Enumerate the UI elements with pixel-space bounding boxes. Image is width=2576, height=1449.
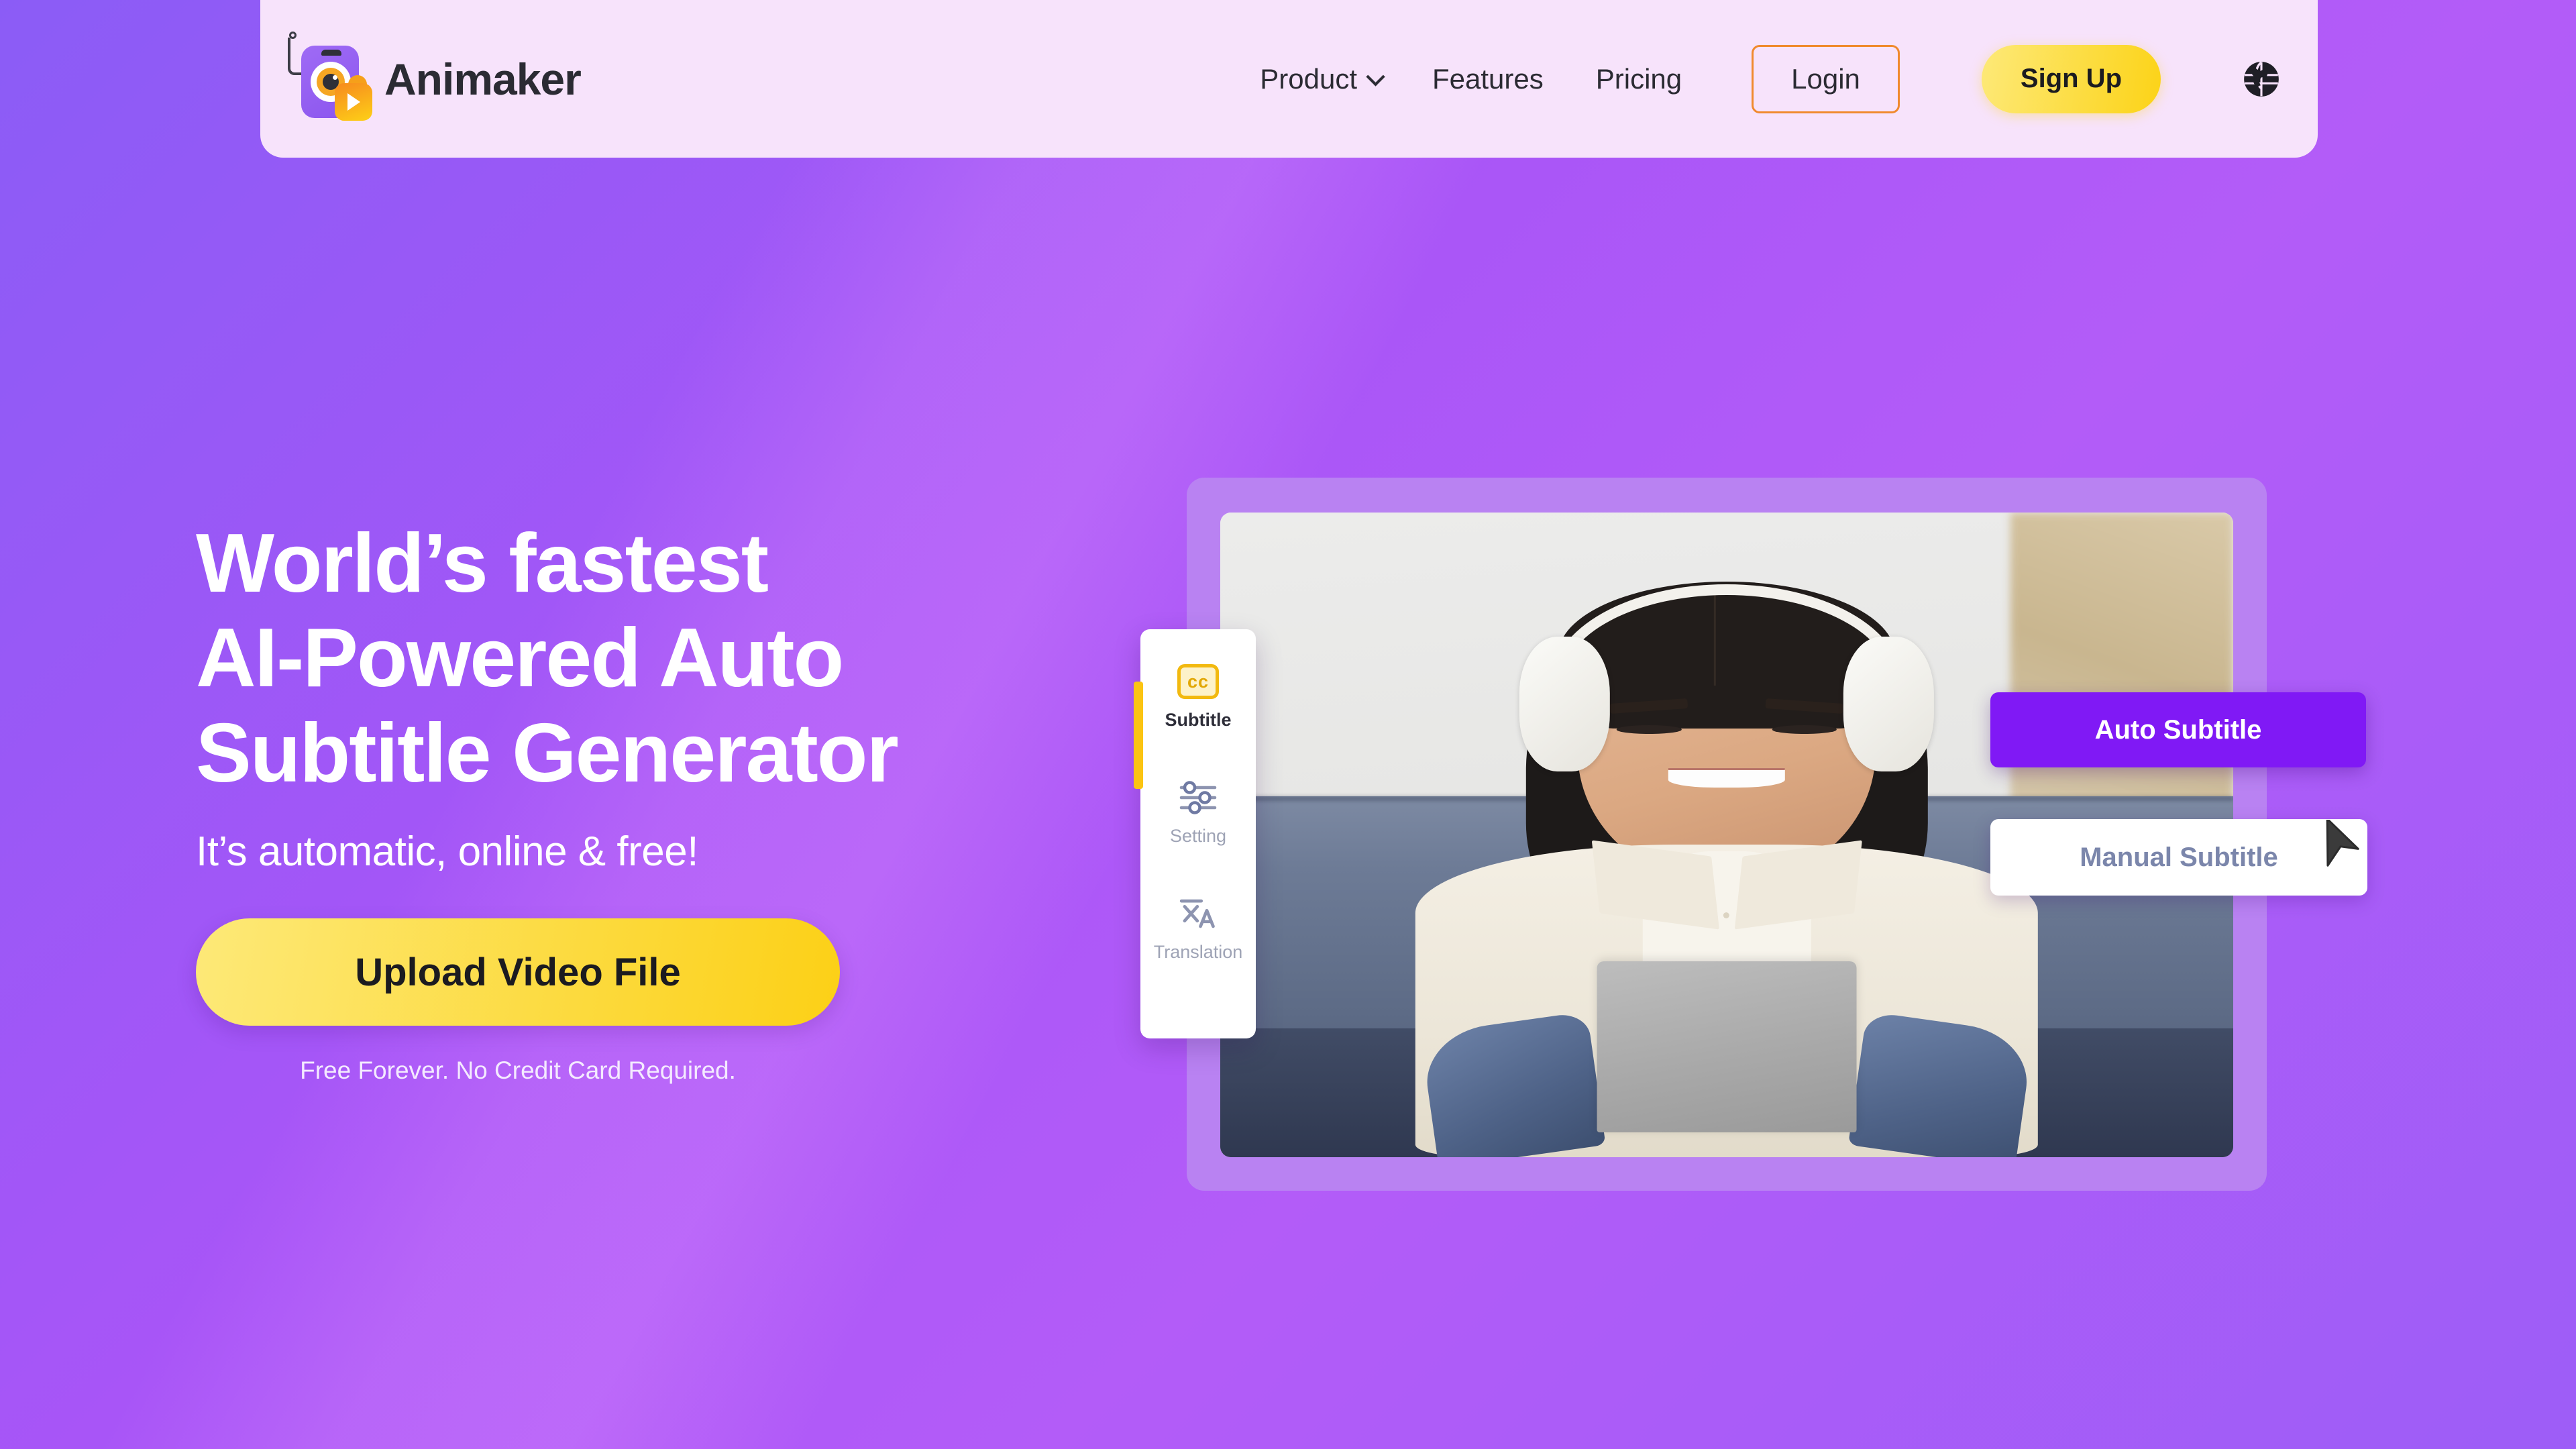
cta-note: Free Forever. No Credit Card Required.	[300, 1057, 736, 1085]
person-eye-left	[1616, 725, 1682, 735]
sidebar-item-translation-label: Translation	[1153, 942, 1243, 962]
manual-subtitle-label: Manual Subtitle	[2080, 842, 2278, 872]
sidebar-item-setting-label: Setting	[1169, 826, 1227, 846]
brand-logo[interactable]: Animaker	[284, 31, 582, 125]
login-button[interactable]: Login	[1752, 44, 1900, 113]
nav-item-product-label: Product	[1260, 62, 1357, 95]
play-badge-icon	[335, 83, 372, 121]
hero-copy: World’s fastest AI-Powered Auto Subtitle…	[196, 517, 1202, 1085]
sliders-icon	[1179, 781, 1217, 814]
hero-subheadline: It’s automatic, online & free!	[196, 828, 698, 875]
headphone-cup-right	[1843, 636, 1935, 771]
upload-video-file-button[interactable]: Upload Video File	[196, 918, 840, 1026]
sidebar-item-subtitle-label: Subtitle	[1165, 710, 1232, 730]
headline-line-2: AI-Powered Auto	[196, 612, 844, 705]
cc-icon: cc	[1177, 664, 1219, 699]
editor-sidebar: cc Subtitle Setting Translation	[1134, 629, 1256, 1038]
site-header: Animaker Product Features Pricing Login …	[260, 0, 2318, 158]
laptop	[1597, 961, 1857, 1133]
active-indicator-bar	[1134, 682, 1143, 789]
nav-item-pricing-label: Pricing	[1595, 62, 1682, 95]
main-nav: Product Features Pricing Login Sign Up	[1260, 44, 2318, 113]
signup-button[interactable]: Sign Up	[1981, 44, 2161, 113]
nav-item-product[interactable]: Product	[1260, 62, 1385, 95]
robot-brow	[321, 49, 341, 56]
mouse-pointer-icon	[2326, 820, 2359, 867]
nav-item-features[interactable]: Features	[1432, 63, 1544, 95]
person-mouth	[1668, 768, 1785, 788]
nav-item-pricing[interactable]: Pricing	[1596, 63, 1682, 95]
brand-name: Animaker	[384, 54, 582, 104]
headline-line-3: Subtitle Generator	[196, 706, 899, 800]
sidebar-item-setting[interactable]: Setting	[1170, 780, 1226, 847]
animaker-robot-logo-icon	[284, 31, 372, 125]
sidebar-item-translation[interactable]: Translation	[1153, 896, 1243, 963]
language-selector-button[interactable]	[2240, 58, 2283, 101]
auto-subtitle-label: Auto Subtitle	[2094, 714, 2262, 745]
sidebar-item-subtitle[interactable]: cc Subtitle	[1165, 664, 1232, 731]
photo-person	[1403, 545, 2051, 1157]
page-title: World’s fastest AI-Powered Auto Subtitle…	[196, 517, 1202, 801]
globe-icon	[2244, 60, 2279, 97]
headphone-cup-left	[1519, 636, 1611, 771]
headline-line-1: World’s fastest	[196, 517, 769, 610]
chevron-down-icon	[1366, 66, 1385, 87]
auto-subtitle-option[interactable]: Auto Subtitle	[1990, 692, 2366, 767]
antenna-dot	[289, 31, 297, 39]
manual-subtitle-option[interactable]: Manual Subtitle	[1990, 819, 2367, 896]
nav-item-features-label: Features	[1432, 62, 1544, 95]
translate-icon	[1179, 899, 1215, 928]
